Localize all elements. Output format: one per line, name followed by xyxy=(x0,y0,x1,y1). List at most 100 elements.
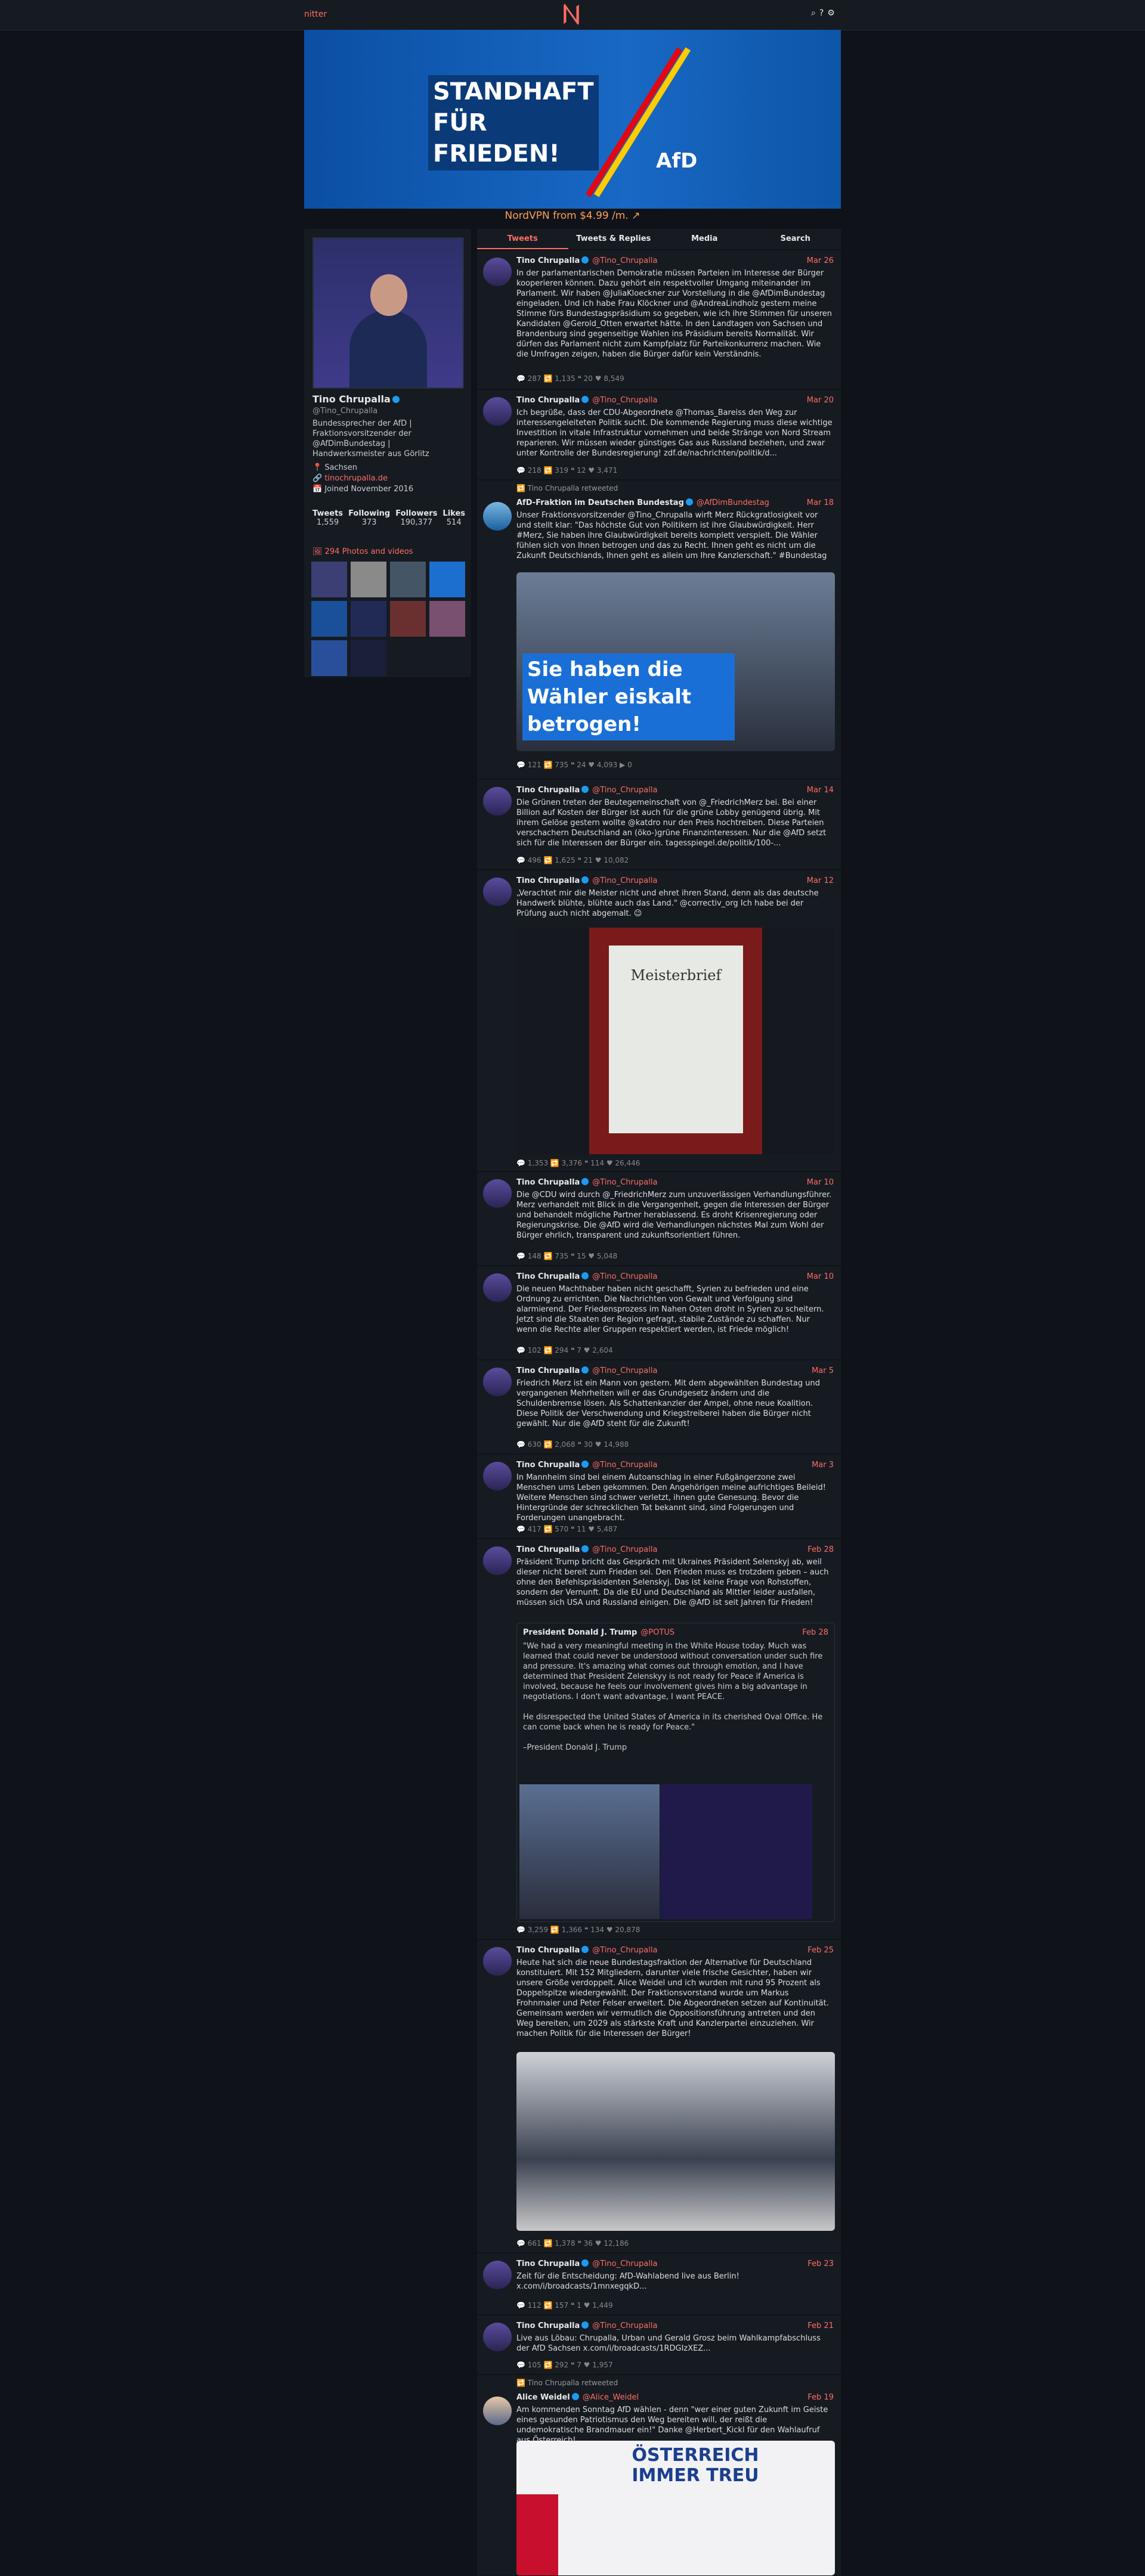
photo-thumb[interactable] xyxy=(429,562,465,597)
tweet-author[interactable]: Alice Weidel xyxy=(516,2393,570,2402)
tweet[interactable]: Tino Chrupalla @Tino_Chrupalla Feb 21 Live… xyxy=(477,2315,841,2374)
tweet[interactable]: Tino Chrupalla @Tino_Chrupalla Mar 5 Fried… xyxy=(477,1360,841,1454)
tweet-handle[interactable]: @Alice_Weidel xyxy=(583,2393,639,2402)
avatar[interactable] xyxy=(483,2323,512,2351)
tweet[interactable]: Tino Chrupalla @Tino_Chrupalla Mar 20 Ich … xyxy=(477,390,841,480)
tweet-author[interactable]: AfD-Fraktion im Deutschen Bundestag xyxy=(516,498,684,507)
avatar[interactable] xyxy=(483,2397,512,2425)
tweet-date[interactable]: Mar 10 xyxy=(807,1272,834,1281)
tweet-author[interactable]: Tino Chrupalla xyxy=(516,2321,580,2330)
tweet-author[interactable]: Tino Chrupalla xyxy=(516,1272,580,1281)
profile-name[interactable]: Tino Chrupalla xyxy=(312,393,400,405)
search-icon[interactable]: ⌕ xyxy=(811,8,816,18)
tweet-handle[interactable]: @Tino_Chrupalla xyxy=(592,256,657,265)
tweet[interactable]: Tino Chrupalla @Tino_Chrupalla Mar 10 Die … xyxy=(477,1172,841,1266)
avatar[interactable] xyxy=(483,258,512,286)
tab-media[interactable]: Media xyxy=(659,229,750,249)
profile-website-link[interactable]: 🔗 tinochrupalla.de xyxy=(312,474,388,483)
tweet-date[interactable]: Mar 18 xyxy=(807,498,834,507)
quote-date[interactable]: Feb 28 xyxy=(802,1628,828,1637)
tweet-author[interactable]: Tino Chrupalla xyxy=(516,1178,580,1187)
profile-banner[interactable]: STANDHAFT FÜR FRIEDEN! AfD xyxy=(304,30,841,209)
sponsor-link[interactable]: NordVPN from $4.99 /m. ↗ xyxy=(304,210,841,222)
quote-handle[interactable]: @POTUS xyxy=(640,1628,674,1637)
tweet[interactable]: Tino Chrupalla @Tino_Chrupalla Mar 3 In Ma… xyxy=(477,1455,841,1539)
tweet-image[interactable]: ÖSTERREICH IMMER TREU xyxy=(516,2441,835,2575)
tweet-handle[interactable]: @Tino_Chrupalla xyxy=(592,1178,657,1187)
tweet-handle[interactable]: @Tino_Chrupalla xyxy=(592,2321,657,2330)
tweet[interactable]: Tino Chrupalla @Tino_Chrupalla Feb 25 Heut… xyxy=(477,1940,841,2253)
tweet-author[interactable]: Tino Chrupalla xyxy=(516,1545,580,1554)
tweet[interactable]: 🔁 Tino Chrupalla retweeted Alice Weidel @… xyxy=(477,2375,841,2576)
tweet-date[interactable]: Mar 3 xyxy=(812,1461,834,1470)
tweet-handle[interactable]: @Tino_Chrupalla xyxy=(592,1272,657,1281)
tweet-author[interactable]: Tino Chrupalla xyxy=(516,1461,580,1470)
tweet-date[interactable]: Mar 14 xyxy=(807,786,834,795)
photo-thumb[interactable] xyxy=(351,601,386,637)
tweet-handle[interactable]: @Tino_Chrupalla xyxy=(592,1946,657,1955)
tweet-author[interactable]: Tino Chrupalla xyxy=(516,786,580,795)
tweet[interactable]: Tino Chrupalla @Tino_Chrupalla Mar 12 „Ver… xyxy=(477,870,841,1171)
tweet-date[interactable]: Feb 25 xyxy=(807,1946,834,1955)
tweet-video[interactable]: Sie haben die Wähler eiskalt betrogen! xyxy=(516,572,835,751)
avatar[interactable] xyxy=(483,1462,512,1490)
avatar[interactable] xyxy=(483,1947,512,1976)
avatar[interactable] xyxy=(483,397,512,426)
tweet-author[interactable]: Tino Chrupalla xyxy=(516,1366,580,1375)
tweet-author[interactable]: Tino Chrupalla xyxy=(516,396,580,405)
tweet-date[interactable]: Feb 19 xyxy=(807,2393,834,2402)
tweet-handle[interactable]: @Tino_Chrupalla xyxy=(592,876,657,885)
photo-thumb[interactable] xyxy=(311,640,347,676)
tweet-author[interactable]: Tino Chrupalla xyxy=(516,256,580,265)
help-icon[interactable]: ? xyxy=(819,8,824,18)
photo-thumb[interactable] xyxy=(311,562,347,597)
photo-thumb[interactable] xyxy=(351,640,386,676)
tweet-handle[interactable]: @AfDimBundestag xyxy=(697,498,769,507)
stat-likes[interactable]: Likes 514 xyxy=(442,509,465,527)
tweet-handle[interactable]: @Tino_Chrupalla xyxy=(592,1366,657,1375)
tweet-date[interactable]: Mar 26 xyxy=(807,256,834,265)
avatar[interactable] xyxy=(483,878,512,906)
photo-thumb[interactable] xyxy=(390,562,426,597)
avatar[interactable] xyxy=(483,1546,512,1575)
tweet-date[interactable]: Mar 12 xyxy=(807,876,834,885)
tweet-image[interactable] xyxy=(660,1784,812,1919)
avatar[interactable] xyxy=(483,502,512,531)
avatar[interactable] xyxy=(483,1273,512,1302)
avatar[interactable] xyxy=(483,2261,512,2289)
tweet-handle[interactable]: @Tino_Chrupalla xyxy=(592,2259,657,2268)
tweet-date[interactable]: Feb 21 xyxy=(807,2321,834,2330)
photo-thumb[interactable] xyxy=(351,562,386,597)
tweet-handle[interactable]: @Tino_Chrupalla xyxy=(592,1545,657,1554)
tweet-author[interactable]: Tino Chrupalla xyxy=(516,876,580,885)
tweet[interactable]: Tino Chrupalla @Tino_Chrupalla Feb 28 Präs… xyxy=(477,1539,841,1939)
tweet-handle[interactable]: @Tino_Chrupalla xyxy=(592,786,657,795)
photo-rail-link[interactable]: 🖼 294 Photos and videos xyxy=(312,547,413,556)
tweet[interactable]: Tino Chrupalla @Tino_Chrupalla Mar 26 In d… xyxy=(477,250,841,389)
tweet-image[interactable] xyxy=(516,2052,835,2231)
photo-thumb[interactable] xyxy=(390,601,426,637)
tweet[interactable]: Tino Chrupalla @Tino_Chrupalla Feb 23 Zeit… xyxy=(477,2253,841,2315)
quoted-tweet[interactable]: President Donald J. Trump @POTUS Feb 28 "W… xyxy=(516,1623,835,1922)
tweet-image[interactable] xyxy=(519,1784,660,1919)
tab-tweets[interactable]: Tweets xyxy=(477,229,568,249)
tab-tweets-replies[interactable]: Tweets & Replies xyxy=(568,229,660,249)
gear-icon[interactable]: ⚙ xyxy=(827,8,835,18)
profile-handle[interactable]: @Tino_Chrupalla xyxy=(312,407,377,416)
tab-search[interactable]: Search xyxy=(750,229,841,249)
avatar[interactable] xyxy=(483,787,512,816)
tweet[interactable]: 🔁 Tino Chrupalla retweeted AfD-Fraktion … xyxy=(477,481,841,779)
tweet-date[interactable]: Mar 5 xyxy=(812,1366,834,1375)
tweet-date[interactable]: Feb 28 xyxy=(807,1545,834,1554)
tweet-handle[interactable]: @Tino_Chrupalla xyxy=(592,1461,657,1470)
stat-tweets[interactable]: Tweets 1,559 xyxy=(312,509,343,527)
stat-following[interactable]: Following 373 xyxy=(348,509,390,527)
stat-followers[interactable]: Followers 190,377 xyxy=(395,509,437,527)
avatar[interactable] xyxy=(312,237,464,389)
tweet-date[interactable]: Mar 20 xyxy=(807,396,834,405)
photo-thumb[interactable] xyxy=(429,601,465,637)
avatar[interactable] xyxy=(483,1368,512,1396)
tweet-author[interactable]: Tino Chrupalla xyxy=(516,1946,580,1955)
tweet-date[interactable]: Mar 10 xyxy=(807,1178,834,1187)
tweet[interactable]: Tino Chrupalla @Tino_Chrupalla Mar 14 Die … xyxy=(477,780,841,870)
